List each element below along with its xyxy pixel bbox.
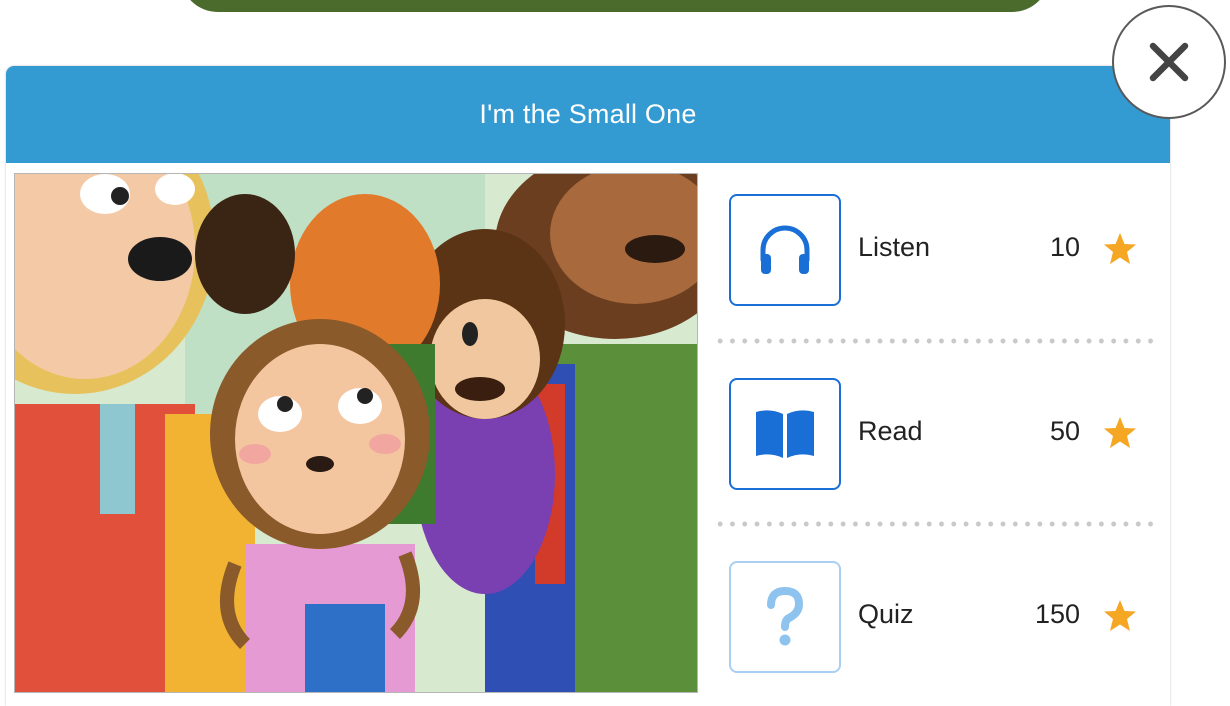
star-icon — [1104, 600, 1136, 631]
activity-row-listen[interactable]: Listen 10 — [714, 194, 1154, 306]
close-x-icon — [1149, 42, 1189, 82]
open-book-icon — [756, 410, 814, 458]
quiz-button[interactable] — [729, 561, 841, 673]
book-title: I'm the Small One — [479, 99, 697, 129]
activity-row-quiz[interactable]: Quiz 150 — [714, 561, 1154, 673]
divider — [714, 521, 1154, 527]
modal-header: I'm the Small One — [6, 66, 1170, 163]
question-mark-icon — [767, 587, 804, 646]
headphones-icon — [760, 225, 810, 274]
top-banner — [180, 0, 1050, 12]
listen-button[interactable] — [729, 194, 841, 306]
read-button[interactable] — [729, 378, 841, 490]
quiz-label: Quiz — [858, 599, 914, 629]
quiz-points: 150 — [1034, 599, 1080, 629]
star-icon — [1104, 417, 1136, 448]
listen-points: 10 — [1049, 232, 1080, 262]
read-label: Read — [858, 416, 923, 446]
book-cover-illustration — [14, 173, 698, 693]
star-icon — [1104, 233, 1136, 264]
read-points: 50 — [1049, 416, 1080, 446]
activity-row-read[interactable]: Read 50 — [714, 378, 1154, 490]
divider — [714, 338, 1154, 344]
listen-label: Listen — [858, 232, 931, 262]
close-button[interactable] — [1112, 5, 1226, 119]
